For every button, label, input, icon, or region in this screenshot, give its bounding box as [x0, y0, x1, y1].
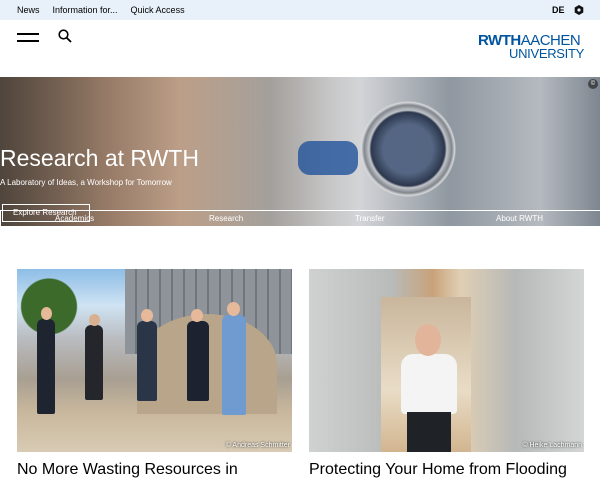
news-card-image[interactable]: © Heike Lachmann [309, 269, 584, 452]
utility-bar: News Information for... Quick Access DE [0, 0, 600, 20]
nav-research[interactable]: Research [209, 214, 243, 223]
photo-credit: © Heike Lachmann [522, 442, 582, 449]
utility-links: News Information for... Quick Access [17, 5, 185, 15]
nav-about-rwth[interactable]: About RWTH [496, 214, 543, 223]
news-link[interactable]: News [17, 5, 40, 15]
photo-person [397, 324, 459, 452]
explore-research-button[interactable]: Explore Research [2, 204, 90, 222]
information-for-link[interactable]: Information for... [53, 5, 118, 15]
hero-subtitle: A Laboratory of Ideas, a Workshop for To… [0, 178, 172, 187]
hero-title: Research at RWTH [0, 145, 199, 171]
news-card-title[interactable]: No More Wasting Resources in [17, 461, 238, 479]
main-navigation: Academics Research Transfer About RWTH [0, 210, 600, 227]
quick-access-link[interactable]: Quick Access [131, 5, 185, 15]
news-card-image[interactable]: © Andreas Schmitter [17, 269, 292, 452]
nav-transfer[interactable]: Transfer [355, 214, 385, 223]
search-icon[interactable] [58, 29, 72, 43]
photo-credit: © Andreas Schmitter [225, 442, 290, 449]
hero-banner: Research at RWTH A Laboratory of Ideas, … [0, 77, 600, 227]
news-card-title[interactable]: Protecting Your Home from Flooding [309, 461, 567, 479]
seal-icon[interactable] [574, 5, 584, 15]
language-switch[interactable]: DE [552, 5, 565, 15]
hamburger-icon[interactable] [17, 32, 39, 44]
rwth-logo[interactable]: RWTHAACHEN UNIVERSITY [478, 33, 584, 64]
copyright-badge[interactable]: © [588, 79, 598, 89]
site-header: RWTHAACHEN UNIVERSITY [0, 20, 600, 77]
